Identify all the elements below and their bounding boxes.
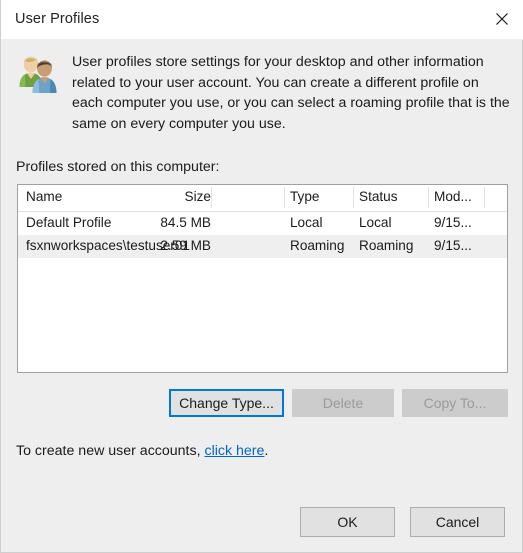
cell-type: Local: [290, 215, 323, 230]
column-header-name[interactable]: Name: [26, 189, 62, 204]
title-bar: User Profiles: [1, 0, 523, 40]
users-icon: [15, 51, 61, 97]
list-header-row: Name Size Type Status Mod...: [18, 185, 507, 212]
column-divider[interactable]: [484, 187, 485, 208]
delete-label: Delete: [322, 395, 364, 411]
cell-size: 2.59 MB: [160, 238, 211, 253]
close-icon: [495, 12, 509, 26]
column-header-type[interactable]: Type: [290, 189, 319, 204]
cancel-label: Cancel: [435, 514, 480, 530]
cell-size: 84.5 MB: [160, 215, 211, 230]
copy-to-label: Copy To...: [423, 395, 487, 411]
window-title: User Profiles: [15, 11, 100, 27]
cancel-button[interactable]: Cancel: [410, 507, 505, 537]
close-button[interactable]: [479, 0, 523, 38]
cell-modified: 9/15...: [434, 215, 472, 230]
table-row[interactable]: Default Profile 84.5 MB Local Local 9/15…: [18, 212, 507, 235]
change-type-label: Change Type...: [179, 395, 274, 411]
cell-status: Local: [359, 215, 392, 230]
column-divider[interactable]: [353, 187, 354, 208]
column-header-size[interactable]: Size: [128, 189, 211, 204]
profiles-list[interactable]: Name Size Type Status Mod... Default Pro…: [17, 184, 508, 373]
copy-to-button: Copy To...: [402, 389, 508, 417]
cell-modified: 9/15...: [434, 238, 472, 253]
list-label: Profiles stored on this computer:: [16, 159, 220, 175]
change-type-button[interactable]: Change Type...: [169, 389, 284, 417]
create-accounts-line: To create new user accounts, click here.: [16, 443, 268, 459]
ok-label: OK: [337, 514, 358, 530]
cell-name: Default Profile: [26, 215, 112, 230]
table-row[interactable]: fsxnworkspaces\testuser01 2.59 MB Roamin…: [18, 235, 507, 258]
delete-button: Delete: [292, 389, 394, 417]
column-divider[interactable]: [284, 187, 285, 208]
description-text: User profiles store settings for your de…: [72, 54, 510, 132]
user-profiles-dialog: User Profiles User profiles store settin…: [0, 0, 523, 553]
cell-status: Roaming: [359, 238, 414, 253]
column-divider[interactable]: [211, 187, 212, 208]
create-accounts-suffix: .: [264, 443, 269, 459]
column-header-modified[interactable]: Mod...: [434, 189, 472, 204]
ok-button[interactable]: OK: [300, 507, 395, 537]
create-accounts-prefix: To create new user accounts,: [16, 443, 205, 459]
click-here-link[interactable]: click here: [204, 443, 264, 459]
column-divider[interactable]: [428, 187, 429, 208]
column-header-status[interactable]: Status: [359, 189, 398, 204]
cell-type: Roaming: [290, 238, 345, 253]
